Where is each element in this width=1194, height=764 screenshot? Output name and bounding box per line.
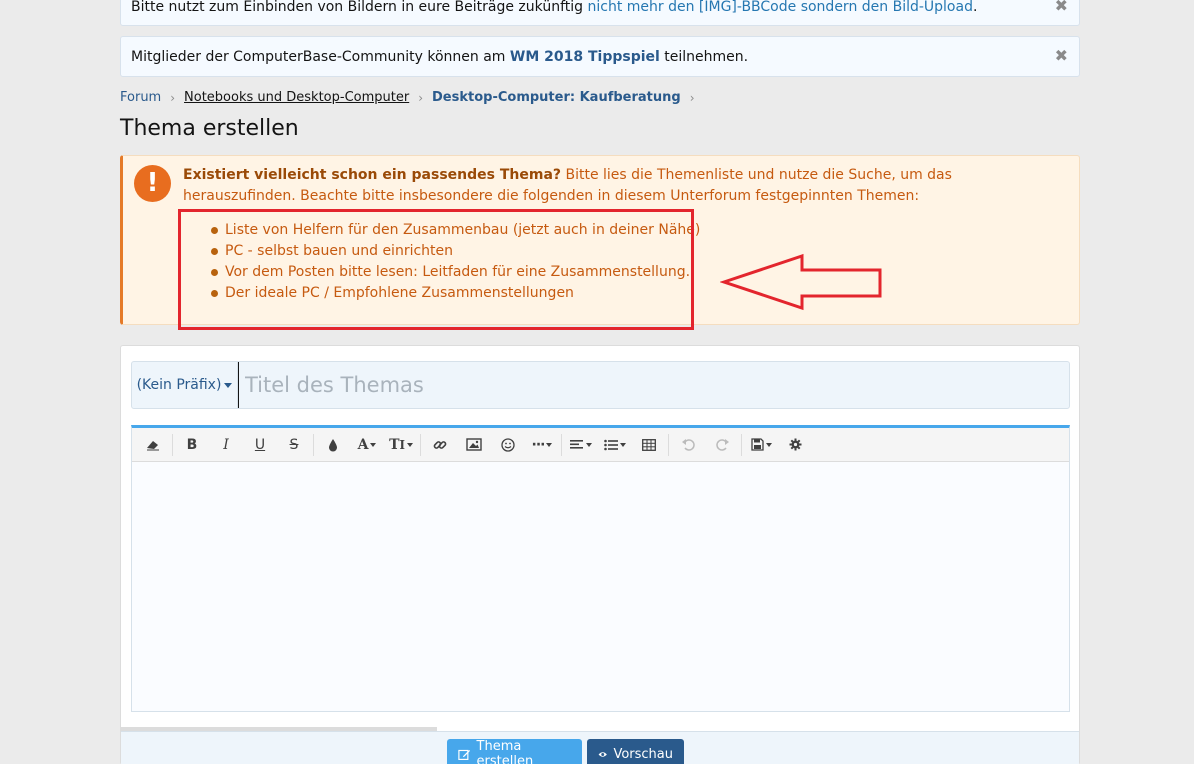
- strikethrough-icon[interactable]: S: [277, 430, 311, 460]
- highlight-annotation-box: [178, 209, 694, 330]
- toolbar-separator: [172, 433, 173, 456]
- notice-wm-tippspiel: Mitglieder der ComputerBase-Community kö…: [120, 36, 1080, 77]
- warning-text-part: Bitte lies die: [561, 167, 657, 183]
- close-icon[interactable]: ✖: [1055, 46, 1068, 66]
- editor-toolbar: B I U S A TI ···: [132, 428, 1069, 462]
- eraser-icon[interactable]: [136, 430, 170, 460]
- thread-list-link[interactable]: Themenliste: [657, 167, 743, 183]
- redo-icon[interactable]: [705, 430, 739, 460]
- breadcrumb-kaufberatung[interactable]: Desktop-Computer: Kaufberatung: [432, 90, 681, 105]
- prefix-dropdown[interactable]: (Kein Präfix): [132, 362, 238, 408]
- link-icon[interactable]: [423, 430, 457, 460]
- chevron-right-icon: ›: [689, 90, 695, 105]
- smiley-icon[interactable]: [491, 430, 525, 460]
- search-link[interactable]: Suche: [848, 167, 891, 183]
- preview-label: Vorschau: [613, 746, 673, 762]
- more-icon[interactable]: ···: [525, 430, 559, 460]
- notice-text: Bitte nutzt zum Einbinden von Bildern in…: [131, 0, 588, 15]
- breadcrumb: Forum › Notebooks und Desktop-Computer ›…: [120, 90, 704, 105]
- thread-title-input[interactable]: [238, 362, 1069, 408]
- new-thread-form: (Kein Präfix) B I U S A TI: [120, 345, 1080, 764]
- notice-image-upload: Bitte nutzt zum Einbinden von Bildern in…: [120, 0, 1080, 26]
- undo-icon[interactable]: [671, 430, 705, 460]
- notice-link[interactable]: WM 2018 Tippspiel: [510, 49, 660, 65]
- breadcrumb-notebooks[interactable]: Notebooks und Desktop-Computer: [184, 90, 409, 105]
- rich-text-editor: B I U S A TI ···: [131, 425, 1070, 712]
- arrow-left-annotation-icon: [720, 253, 882, 311]
- image-icon[interactable]: [457, 430, 491, 460]
- font-icon[interactable]: A: [350, 430, 384, 460]
- create-thread-label: Thema erstellen: [476, 739, 534, 764]
- warning-text-part: und nutze die: [743, 167, 849, 183]
- caret-down-icon: [224, 382, 233, 388]
- toolbar-separator: [561, 433, 562, 456]
- list-icon[interactable]: [598, 430, 632, 460]
- create-thread-button[interactable]: Thema erstellen: [447, 739, 582, 764]
- close-icon[interactable]: ✖: [1055, 0, 1068, 16]
- bold-icon[interactable]: B: [175, 430, 209, 460]
- exclamation-icon: !: [134, 165, 171, 202]
- preview-button[interactable]: Vorschau: [587, 739, 684, 764]
- edit-icon: [458, 749, 471, 760]
- underline-icon[interactable]: U: [243, 430, 277, 460]
- italic-icon[interactable]: I: [209, 430, 243, 460]
- notice-link[interactable]: nicht mehr den [IMG]-BBCode sondern den …: [587, 0, 972, 15]
- font-size-icon[interactable]: TI: [384, 430, 418, 460]
- color-icon[interactable]: [316, 430, 350, 460]
- prefix-label: (Kein Präfix): [136, 377, 222, 393]
- editor-content-area[interactable]: [132, 462, 1069, 712]
- toolbar-separator: [741, 433, 742, 456]
- chevron-right-icon: ›: [170, 90, 176, 105]
- notice-text: Mitglieder der ComputerBase-Community kö…: [131, 49, 510, 65]
- notice-text-end: .: [972, 0, 978, 15]
- toolbar-separator: [313, 433, 314, 456]
- eye-icon: [598, 751, 607, 757]
- warning-heading: Existiert vielleicht schon ein passendes…: [183, 167, 562, 183]
- settings-icon[interactable]: [778, 430, 812, 460]
- page-title: Thema erstellen: [120, 116, 299, 141]
- save-draft-icon[interactable]: [744, 430, 778, 460]
- align-icon[interactable]: [564, 430, 598, 460]
- chevron-right-icon: ›: [418, 90, 424, 105]
- title-row: (Kein Präfix): [131, 361, 1070, 409]
- toolbar-separator: [668, 433, 669, 456]
- toolbar-separator: [420, 433, 421, 456]
- warning-text: Existiert vielleicht schon ein passendes…: [183, 165, 1063, 207]
- notice-text-end: teilnehmen.: [659, 49, 749, 65]
- breadcrumb-forum[interactable]: Forum: [120, 90, 161, 105]
- table-icon[interactable]: [632, 430, 666, 460]
